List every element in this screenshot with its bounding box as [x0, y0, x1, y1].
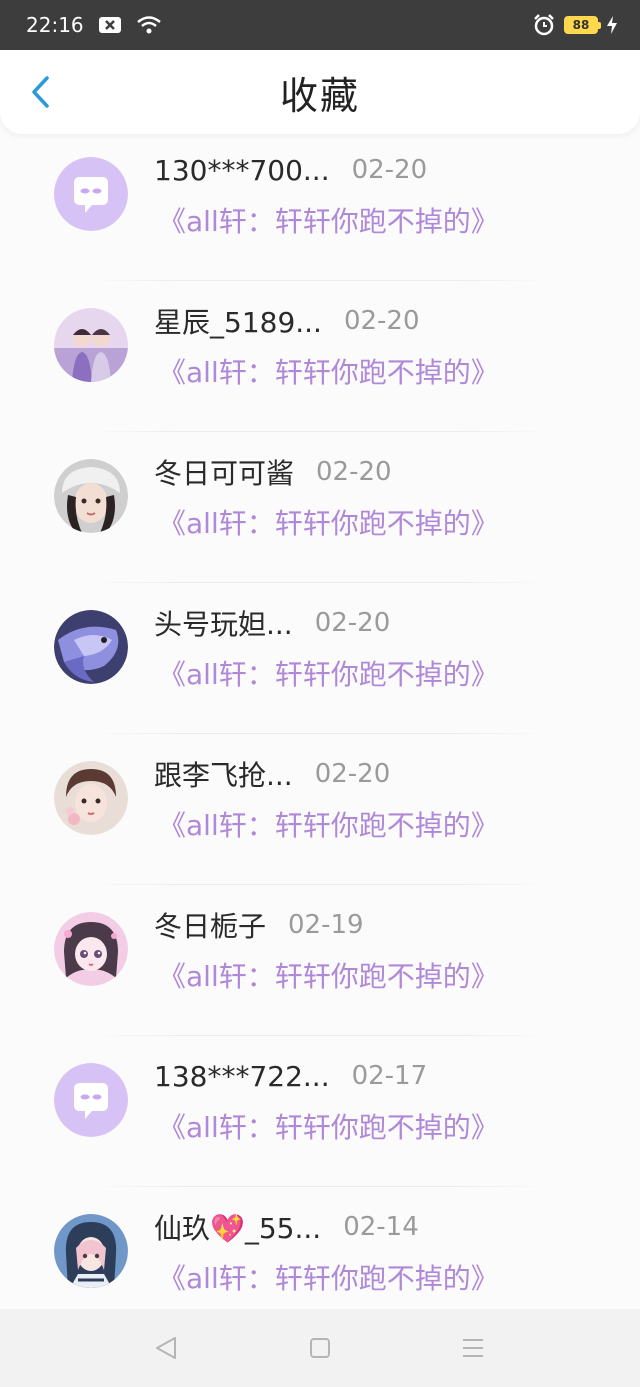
- chevron-left-icon: [32, 76, 49, 108]
- date-label: 02-20: [351, 155, 428, 185]
- date-label: 02-14: [343, 1212, 419, 1242]
- story-title-link[interactable]: 《all轩：轩轩你跑不掉的》: [158, 1257, 499, 1297]
- user-name: 头号玩妲...: [154, 608, 293, 641]
- story-title-link[interactable]: 《all轩：轩轩你跑不掉的》: [158, 1106, 499, 1146]
- photo-avatar-icon: [54, 459, 128, 533]
- story-title-link[interactable]: 《all轩：轩轩你跑不掉的》: [158, 200, 499, 240]
- list-item[interactable]: 冬日栀子 02-19 《all轩：轩轩你跑不掉的》: [0, 885, 640, 1036]
- system-nav-bar: [0, 1309, 640, 1387]
- user-name: 星辰_5189...: [154, 306, 322, 339]
- avatar[interactable]: [54, 1063, 128, 1137]
- wifi-icon: [136, 14, 162, 36]
- story-title-link[interactable]: 《all轩：轩轩你跑不掉的》: [158, 804, 499, 844]
- menu-lines-icon: [463, 1339, 483, 1357]
- user-name: 仙玖💖_55...: [154, 1212, 322, 1245]
- notification-x-icon: [98, 16, 122, 34]
- avatar[interactable]: [54, 459, 128, 533]
- alarm-icon: [532, 13, 556, 37]
- list-item[interactable]: 头号玩妲... 02-20 《all轩：轩轩你跑不掉的》: [0, 583, 640, 734]
- user-name: 冬日栀子: [154, 910, 267, 943]
- date-label: 02-20: [316, 457, 392, 487]
- photo-avatar-icon: [54, 308, 128, 382]
- header: 收藏: [0, 50, 640, 134]
- photo-avatar-icon: [54, 610, 128, 684]
- list-item[interactable]: 跟李飞抢... 02-20 《all轩：轩轩你跑不掉的》: [0, 734, 640, 885]
- user-name: 130***700...: [154, 153, 330, 187]
- back-button[interactable]: [20, 72, 60, 112]
- home-square-icon: [310, 1338, 330, 1358]
- avatar[interactable]: [54, 308, 128, 382]
- nav-menu-button[interactable]: [458, 1333, 488, 1363]
- nav-back-button[interactable]: [151, 1333, 181, 1363]
- avatar[interactable]: [54, 761, 128, 835]
- user-name: 冬日可可酱: [154, 457, 295, 490]
- avatar[interactable]: [54, 1214, 128, 1288]
- user-name: 跟李飞抢...: [154, 759, 293, 792]
- battery-icon: 88: [564, 16, 601, 34]
- default-chat-avatar-icon: [54, 1063, 128, 1137]
- date-label: 02-20: [314, 759, 391, 789]
- photo-avatar-icon: [54, 912, 128, 986]
- story-title-link[interactable]: 《all轩：轩轩你跑不掉的》: [158, 955, 499, 995]
- story-title-link[interactable]: 《all轩：轩轩你跑不掉的》: [158, 351, 499, 391]
- date-label: 02-17: [351, 1061, 428, 1091]
- favorites-list[interactable]: 130***700... 02-20 《all轩：轩轩你跑不掉的》 星辰_518…: [0, 134, 640, 1309]
- date-label: 02-20: [314, 608, 391, 638]
- list-item[interactable]: 冬日可可酱 02-20 《all轩：轩轩你跑不掉的》: [0, 432, 640, 583]
- avatar[interactable]: [54, 912, 128, 986]
- avatar[interactable]: [54, 157, 128, 231]
- nav-home-button[interactable]: [305, 1333, 335, 1363]
- story-title-link[interactable]: 《all轩：轩轩你跑不掉的》: [158, 653, 499, 693]
- default-chat-avatar-icon: [54, 157, 128, 231]
- status-bar: 22:16 88: [0, 0, 640, 50]
- list-item[interactable]: 仙玖💖_55... 02-14 《all轩：轩轩你跑不掉的》: [0, 1187, 640, 1309]
- status-time: 22:16: [26, 13, 84, 37]
- battery-level: 88: [572, 18, 590, 32]
- photo-avatar-icon: [54, 1214, 128, 1288]
- date-label: 02-19: [288, 910, 364, 940]
- photo-avatar-icon: [54, 761, 128, 835]
- list-item[interactable]: 130***700... 02-20 《all轩：轩轩你跑不掉的》: [0, 134, 640, 281]
- charging-icon: [606, 15, 618, 35]
- back-triangle-icon: [156, 1337, 176, 1359]
- list-item[interactable]: 星辰_5189... 02-20 《all轩：轩轩你跑不掉的》: [0, 281, 640, 432]
- date-label: 02-20: [343, 306, 420, 336]
- list-item[interactable]: 138***722... 02-17 《all轩：轩轩你跑不掉的》: [0, 1036, 640, 1187]
- story-title-link[interactable]: 《all轩：轩轩你跑不掉的》: [158, 502, 499, 542]
- avatar[interactable]: [54, 610, 128, 684]
- user-name: 138***722...: [154, 1059, 330, 1093]
- page-title: 收藏: [279, 73, 360, 118]
